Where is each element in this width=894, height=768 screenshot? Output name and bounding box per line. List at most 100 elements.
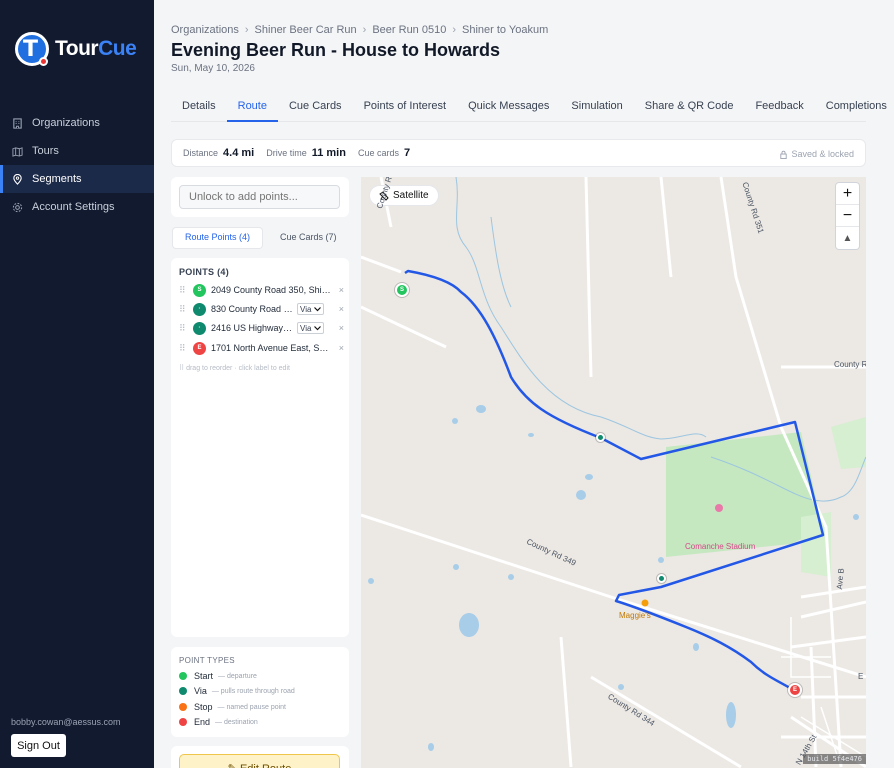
map-icon: [12, 146, 23, 157]
chevron-down-icon: [314, 325, 322, 330]
build-tag: build 5f4e476: [803, 754, 866, 764]
point-label[interactable]: 830 County Road 3...: [211, 304, 293, 314]
point-type-select[interactable]: Via: [297, 303, 325, 315]
drag-handle-icon[interactable]: ⠿: [179, 304, 193, 315]
tab-share-qr[interactable]: Share & QR Code: [634, 92, 745, 122]
type-name: Start: [194, 671, 214, 681]
sidebar-item-tours[interactable]: Tours: [0, 137, 154, 165]
user-email: bobby.cowan@aessus.com: [11, 717, 121, 727]
point-types-legend: POINT TYPES Start — departure Via — pulls …: [171, 647, 349, 737]
reorder-hint: ⠿ drag to reorder · click label to edit: [179, 365, 290, 372]
sidebar-item-label: Organizations: [32, 117, 100, 129]
end-marker[interactable]: E: [788, 683, 802, 697]
tab-quick-messages[interactable]: Quick Messages: [457, 92, 560, 122]
route-stats-bar: Distance 4.4 mi Drive time 11 min Cue card…: [171, 139, 866, 167]
left-subtabs: Route Points (4) Cue Cards (7): [171, 228, 349, 248]
sidebar-nav: Organizations Tours Segments Account Set…: [0, 109, 154, 221]
tab-route[interactable]: Route: [226, 92, 278, 122]
via-dot-icon: [179, 687, 187, 695]
point-label[interactable]: 2049 County Road 350, Shiner: [211, 285, 331, 295]
remove-icon[interactable]: ×: [339, 304, 344, 314]
building-icon: [12, 117, 23, 129]
locked-status: Saved & locked: [779, 149, 854, 159]
remove-icon[interactable]: ×: [339, 343, 344, 353]
segment-tabs: Details Route Cue Cards Points of Intere…: [171, 92, 887, 122]
point-label[interactable]: 1701 North Avenue East, Shi...: [211, 343, 329, 353]
sidebar-item-organizations[interactable]: Organizations: [0, 109, 154, 137]
tab-feedback[interactable]: Feedback: [744, 92, 814, 122]
add-point-input[interactable]: [179, 185, 340, 209]
drag-handle-icon[interactable]: ⠿: [179, 323, 193, 334]
drag-handle-icon[interactable]: ⠿: [179, 285, 193, 296]
list-item[interactable]: ⠿ S 2049 County Road 350, Shiner ×: [179, 281, 344, 299]
logo[interactable]: T TourCue: [15, 32, 137, 66]
stat-label: Distance: [183, 148, 219, 158]
sidebar-item-segments[interactable]: Segments: [0, 165, 154, 193]
subtab-route-points[interactable]: Route Points (4): [173, 228, 263, 248]
type-stop: Stop — named pause point: [179, 702, 286, 712]
list-item[interactable]: ⠿ · 830 County Road 3... Via ×: [179, 300, 344, 318]
list-item[interactable]: ⠿ · 2416 US Highway ... Via ×: [179, 319, 344, 337]
tab-completions[interactable]: Completions: [815, 92, 894, 122]
poi-label-maggies[interactable]: Maggie's: [619, 611, 651, 620]
start-dot-icon: [179, 672, 187, 680]
breadcrumb-tour[interactable]: Shiner Beer Car Run: [255, 24, 357, 36]
point-type-value: Via: [300, 323, 312, 333]
breadcrumb-segment: Shiner to Yoakum: [462, 24, 549, 36]
points-heading: POINTS (4): [179, 267, 230, 277]
lock-icon: [780, 150, 788, 159]
stat-drive-time: Drive time 11 min: [266, 147, 346, 159]
chevron-down-icon: [314, 306, 322, 311]
breadcrumb-run[interactable]: Beer Run 0510: [372, 24, 446, 36]
stat-cue-cards: Cue cards 7: [358, 147, 410, 159]
type-desc: — named pause point: [217, 703, 287, 711]
stat-value: 7: [404, 147, 411, 159]
point-type-select[interactable]: Via: [297, 322, 325, 334]
zoom-out-button[interactable]: −: [836, 205, 859, 227]
logo-text-cue: Cue: [98, 37, 137, 60]
drag-handle-icon[interactable]: ⠿: [179, 343, 193, 354]
type-desc: — departure: [218, 672, 257, 680]
subtab-cue-cards[interactable]: Cue Cards (7): [268, 228, 349, 248]
types-heading: POINT TYPES: [179, 656, 235, 665]
sidebar-item-label: Account Settings: [32, 201, 115, 213]
type-name: End: [194, 717, 211, 727]
zoom-in-button[interactable]: +: [836, 183, 859, 205]
tab-details[interactable]: Details: [171, 92, 227, 122]
type-desc: — destination: [215, 718, 258, 726]
stat-value: 4.4 mi: [223, 147, 255, 159]
via-marker[interactable]: [657, 574, 666, 583]
tab-cue-cards[interactable]: Cue Cards: [278, 92, 353, 122]
tab-points-of-interest[interactable]: Points of Interest: [353, 92, 458, 122]
via-badge: ·: [193, 321, 206, 335]
start-marker[interactable]: S: [395, 283, 409, 297]
remove-icon[interactable]: ×: [339, 285, 344, 295]
breadcrumb-organizations[interactable]: Organizations: [171, 24, 239, 36]
remove-icon[interactable]: ×: [339, 323, 344, 333]
logo-text-tour: Tour: [55, 37, 99, 60]
tourcue-logo-icon: T: [15, 32, 49, 66]
point-label[interactable]: 2416 US Highway ...: [211, 323, 293, 333]
stat-distance: Distance 4.4 mi: [183, 147, 254, 159]
list-item[interactable]: ⠿ E 1701 North Avenue East, Shi... ×: [179, 339, 344, 357]
stat-label: Cue cards: [357, 148, 399, 158]
point-type-value: Via: [300, 304, 312, 314]
sidebar: T TourCue Organizations Tours Segments A…: [0, 0, 154, 768]
poi-label-stadium[interactable]: Comanche Stadium: [685, 542, 755, 551]
zoom-controls: + − ▲: [836, 183, 859, 249]
edit-route-button[interactable]: ✎ Edit Route: [179, 754, 340, 768]
stat-label: Drive time: [266, 148, 307, 158]
route-map[interactable]: Satellite + − ▲ County Rd County Rd 351 …: [361, 177, 866, 768]
sidebar-item-account-settings[interactable]: Account Settings: [0, 193, 154, 221]
road-label: E: [858, 672, 864, 681]
tab-simulation[interactable]: Simulation: [560, 92, 633, 122]
chevron-right-icon: ›: [452, 24, 456, 36]
stop-dot-icon: [179, 703, 187, 711]
sign-out-button[interactable]: Sign Out: [11, 734, 66, 757]
via-marker[interactable]: [596, 433, 605, 442]
reset-north-button[interactable]: ▲: [836, 227, 859, 249]
road-label: County Rd: [834, 360, 866, 369]
breadcrumb: Organizations › Shiner Beer Car Run › Beer…: [171, 24, 548, 36]
map-canvas[interactable]: [361, 177, 866, 768]
road-label: Ave B: [835, 567, 846, 590]
